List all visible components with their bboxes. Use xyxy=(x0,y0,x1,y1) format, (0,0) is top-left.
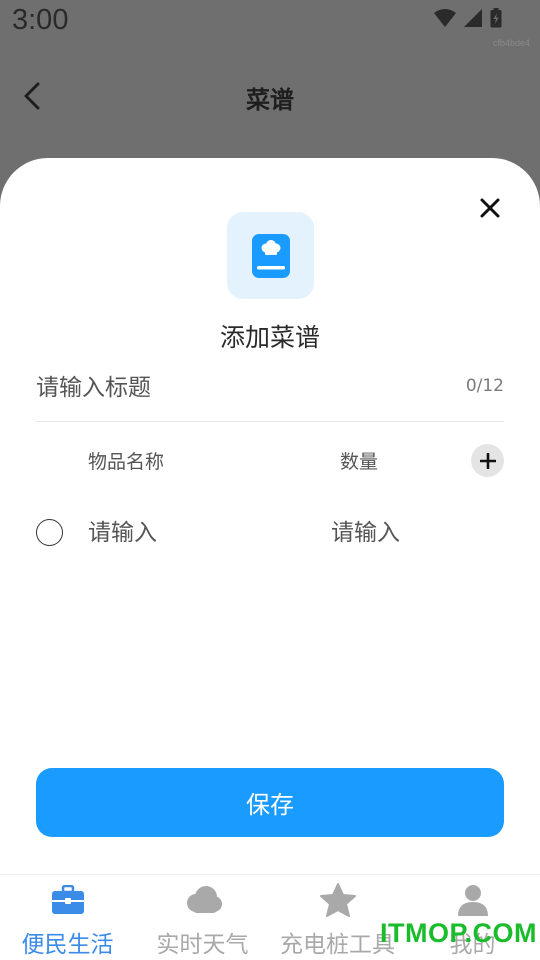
tab-label: 实时天气 xyxy=(156,932,249,958)
save-button[interactable]: 保存 xyxy=(36,768,504,837)
user-icon xyxy=(453,883,493,917)
column-header-quantity: 数量 xyxy=(340,451,379,473)
tab-label: 便民生活 xyxy=(21,932,114,958)
tab-convenience-life[interactable]: 便民生活 xyxy=(0,875,135,960)
battery-icon xyxy=(490,8,502,28)
add-recipe-sheet: 添加菜谱 0/12 物品名称 数量 保存 xyxy=(0,158,540,874)
cloud-icon xyxy=(183,883,223,917)
tab-realtime-weather[interactable]: 实时天气 xyxy=(135,875,270,960)
close-icon xyxy=(480,198,500,218)
recipe-book-icon-tile xyxy=(227,212,314,299)
item-select-radio[interactable] xyxy=(36,519,63,546)
status-icons xyxy=(434,8,502,28)
recipe-title-input[interactable] xyxy=(36,368,436,408)
watermark: ITMOP.COM xyxy=(380,918,538,948)
nav-bar: 菜谱 xyxy=(0,60,540,130)
add-item-button[interactable] xyxy=(471,444,504,477)
close-button[interactable] xyxy=(478,196,502,220)
briefcase-icon xyxy=(48,883,88,917)
wifi-icon xyxy=(434,9,456,27)
corner-tag: cfb4bde4 xyxy=(492,38,530,48)
star-icon xyxy=(318,883,358,917)
status-time: 3:00 xyxy=(12,4,69,36)
status-bar: 3:00 cfb4bde4 xyxy=(0,0,540,48)
title-char-counter: 0/12 xyxy=(465,376,504,396)
cell-signal-icon xyxy=(464,9,482,27)
item-name-input[interactable] xyxy=(88,513,288,553)
item-quantity-input[interactable] xyxy=(331,513,481,553)
column-header-item-name: 物品名称 xyxy=(88,451,165,473)
plus-icon xyxy=(479,452,496,469)
page-title: 菜谱 xyxy=(246,86,294,114)
divider xyxy=(36,421,504,422)
sheet-title: 添加菜谱 xyxy=(219,323,320,352)
recipe-book-icon xyxy=(251,233,290,278)
